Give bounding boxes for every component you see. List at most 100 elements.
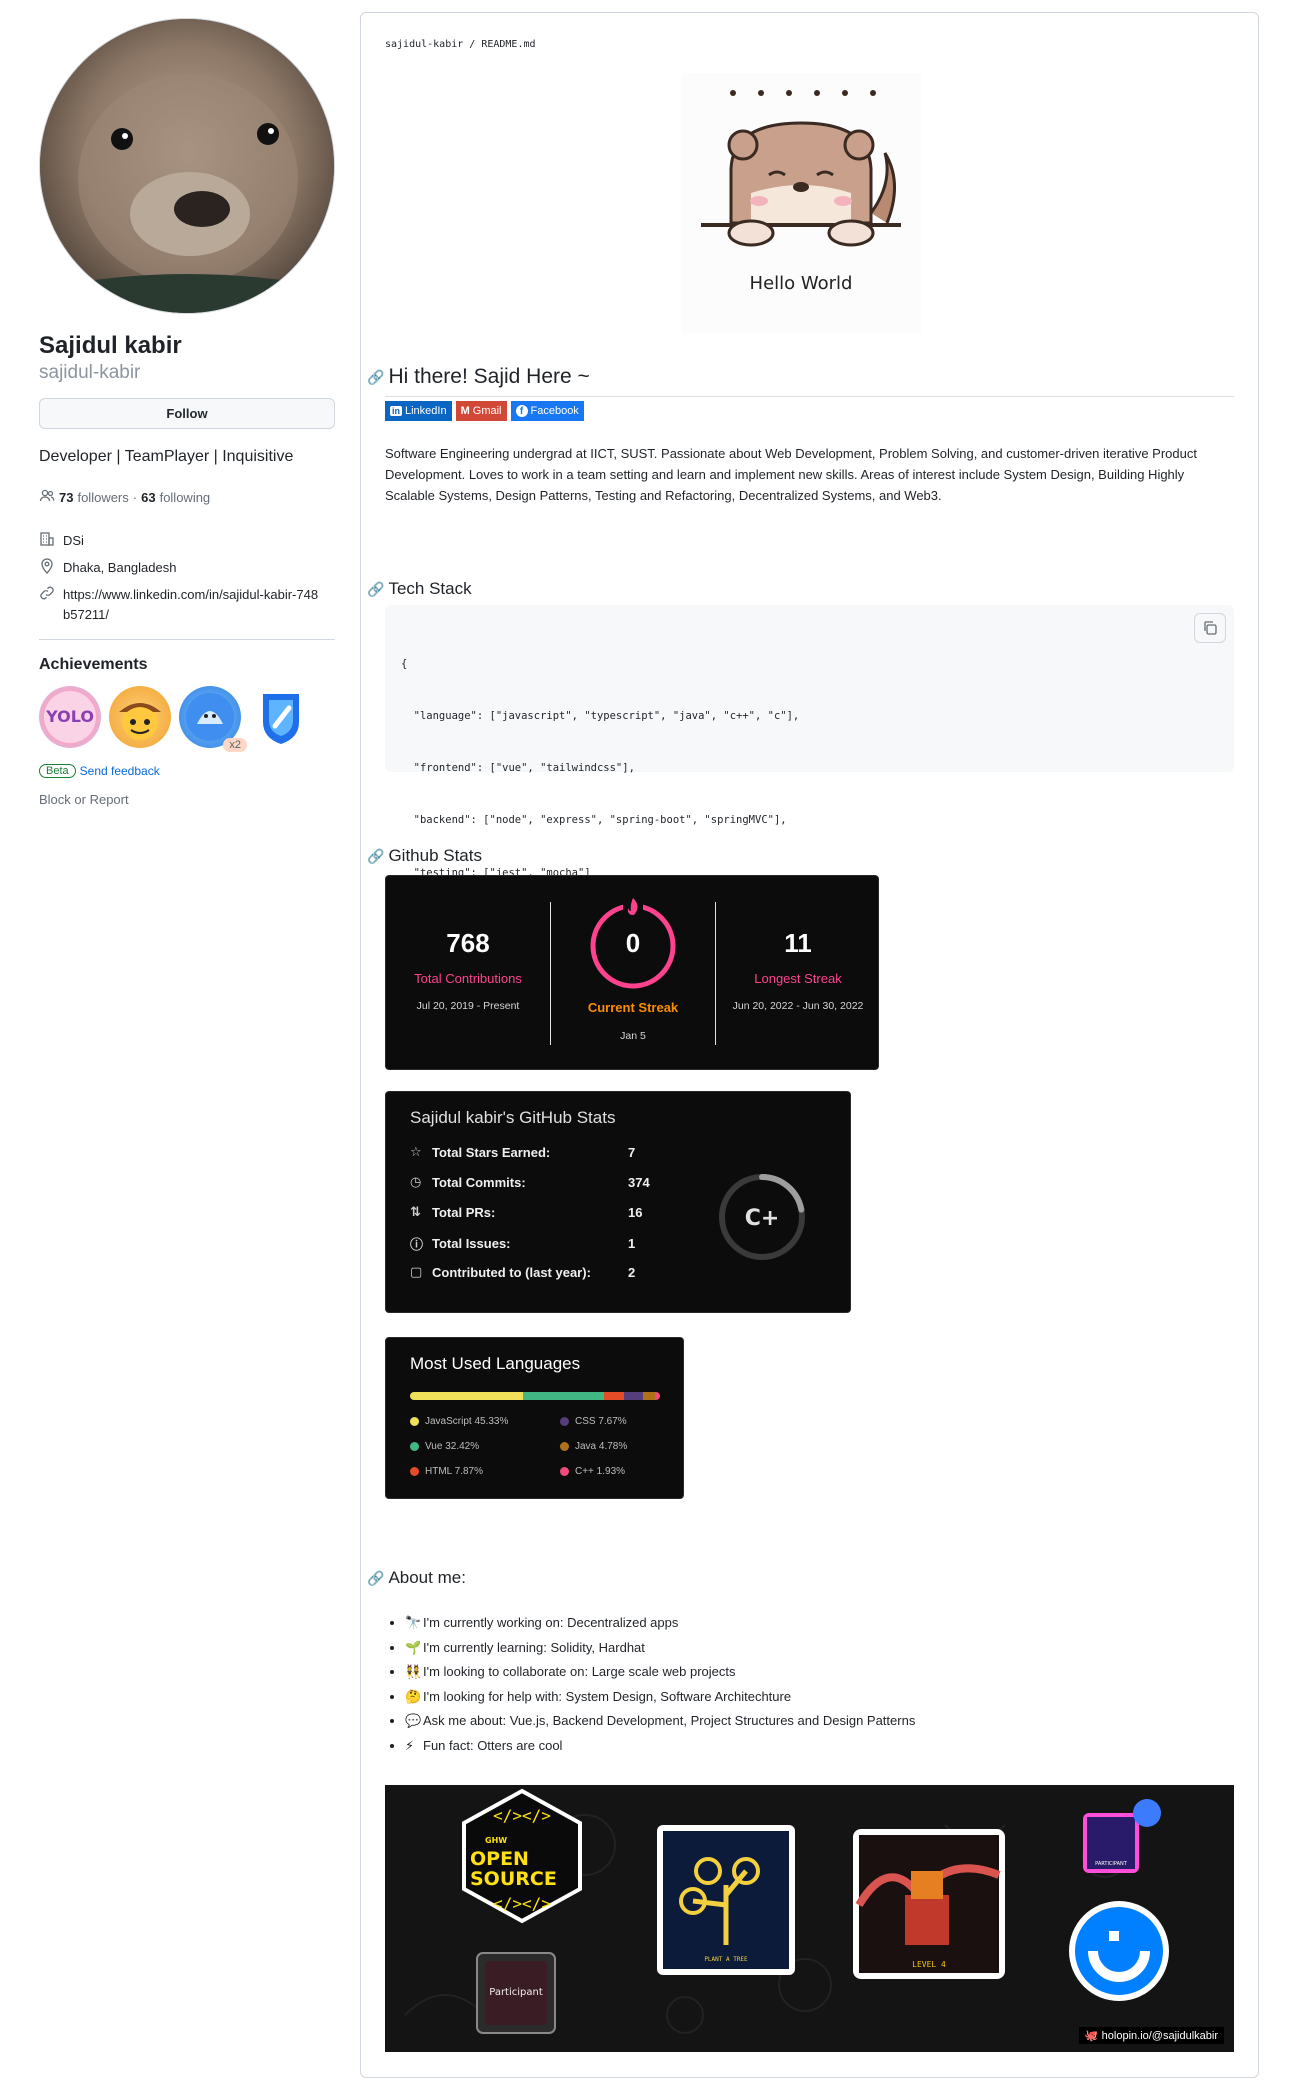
profile-avatar[interactable]	[39, 18, 335, 314]
achievements-title: Achievements	[39, 656, 148, 673]
org-item: DSi	[39, 531, 335, 553]
gmail-icon: M	[460, 405, 470, 417]
language-item: Vue 32.42%	[410, 1441, 479, 1452]
language-item: HTML 7.87%	[410, 1466, 483, 1477]
digitalocean-sticker	[1069, 1901, 1169, 2001]
holopin-stickers: </></> GHW OPEN SOURCE </></> Participan…	[404, 1788, 1169, 2034]
holopin-badge-board[interactable]: </></> GHW OPEN SOURCE </></> Participan…	[385, 1785, 1234, 2052]
about-heading: 🔗 About me:	[367, 1568, 466, 1587]
total-contributions-value: 768	[446, 928, 490, 958]
svg-text:</></>: </></>	[493, 1806, 551, 1825]
followers-count[interactable]: 73	[59, 490, 73, 505]
readme-breadcrumb[interactable]: sajidul-kabir / README.md	[385, 39, 536, 50]
longest-streak-label: Longest Streak	[754, 971, 842, 986]
svg-text:PARTICIPANT: PARTICIPANT	[1095, 1861, 1128, 1867]
copy-button[interactable]	[1194, 613, 1226, 643]
block-report-link[interactable]: Block or Report	[39, 792, 335, 807]
beta-badge: Beta	[39, 764, 76, 778]
stat-row: ▢ Contributed to (last year): 2	[410, 1264, 636, 1280]
svg-text:YOLO: YOLO	[45, 707, 94, 726]
telescope-icon: 🔭	[405, 1615, 422, 1630]
thinking-icon: 🤔	[405, 1688, 422, 1704]
anchor-link-icon[interactable]: 🔗	[367, 1570, 384, 1587]
profile-username: sajidul-kabir	[39, 362, 141, 383]
anchor-link-icon[interactable]: 🔗	[367, 848, 384, 865]
svg-text:SOURCE: SOURCE	[470, 1868, 557, 1890]
followers-label[interactable]: followers	[77, 490, 128, 505]
achievement-badges: YOLO x2	[39, 686, 335, 752]
language-item: CSS 7.67%	[560, 1416, 627, 1427]
website-item[interactable]: https://www.linkedin.com/in/sajidul-kabi…	[39, 585, 335, 625]
anchor-link-icon[interactable]: 🔗	[367, 581, 384, 598]
linkedin-badge[interactable]: in LinkedIn	[385, 401, 452, 421]
link-icon	[39, 585, 55, 625]
language-dot	[410, 1467, 419, 1476]
facebook-badge[interactable]: f Facebook	[510, 401, 584, 421]
website-link[interactable]: https://www.linkedin.com/in/sajidul-kabi…	[63, 585, 323, 625]
stat-row: ☆ Total Stars Earned: 7	[410, 1144, 636, 1160]
plant-a-tree-sticker: PLANT A TREE	[657, 1825, 795, 1975]
stat-row: ⇅ Total PRs: 16	[410, 1204, 643, 1220]
repo-icon: ▢	[410, 1264, 423, 1279]
languages-title: Most Used Languages	[410, 1354, 581, 1373]
tech-stack-heading: 🔗 Tech Stack	[367, 579, 472, 598]
issue-icon: ⓘ	[410, 1237, 424, 1252]
language-item: JavaScript 45.33%	[410, 1416, 508, 1427]
hello-world-otter-gif: Hello World	[681, 73, 921, 333]
language-item: Java 4.78%	[560, 1441, 627, 1452]
profile-details: DSi Dhaka, Bangladesh https://www.linked…	[39, 531, 335, 625]
total-contributions-column: 768 Total Contributions Jul 20, 2019 - P…	[386, 876, 550, 1071]
tech-stack-code-block: { "language": ["javascript", "typescript…	[385, 605, 1234, 1035]
otter-photo	[40, 19, 334, 313]
svg-text:LEVEL 4: LEVEL 4	[912, 1960, 946, 1969]
language-bar-segment	[655, 1392, 660, 1400]
pull-shark-cowboy-badge[interactable]	[109, 686, 171, 748]
about-item: 🤔I'm looking for help with: System Desig…	[405, 1685, 915, 1710]
about-item: 🌱I'm currently learning: Solidity, Hardh…	[405, 1636, 915, 1661]
gmail-badge[interactable]: M Gmail	[455, 401, 507, 421]
language-dot	[560, 1467, 569, 1476]
languages-card[interactable]: Most Used Languages JavaScript 45.33% Vu…	[385, 1337, 684, 1499]
code-line: "language": ["javascript", "typescript",…	[401, 710, 800, 723]
speech-bubble-icon: 💬	[405, 1713, 422, 1728]
anchor-link-icon[interactable]: 🔗	[367, 369, 384, 386]
current-streak-value: 0	[625, 928, 641, 958]
svg-text:GHW: GHW	[485, 1836, 507, 1845]
language-item: C++ 1.93%	[560, 1466, 625, 1477]
total-contributions-range: Jul 20, 2019 - Present	[416, 1000, 520, 1012]
location-icon	[39, 558, 55, 580]
holopin-link[interactable]: 🐙 holopin.io/@sajidulkabir	[1078, 2027, 1224, 2044]
follow-separator: ·	[132, 490, 138, 505]
streak-card[interactable]: 768 Total Contributions Jul 20, 2019 - P…	[385, 875, 879, 1070]
quickdraw-badge[interactable]	[249, 686, 311, 748]
org-text: DSi	[63, 533, 84, 548]
following-count[interactable]: 63	[141, 490, 155, 505]
stat-row: ⓘ Total Issues: 1	[410, 1236, 636, 1252]
pull-shark-badge[interactable]: x2	[179, 686, 247, 752]
linkedin-icon: in	[390, 406, 402, 416]
total-contributions-label: Total Contributions	[414, 971, 522, 986]
language-dot	[410, 1417, 419, 1426]
social-badges: in LinkedIn M Gmail f Facebook	[385, 401, 584, 421]
hacktoberfest-participant-sticker: PARTICIPANT	[1083, 1799, 1161, 1873]
send-feedback-link[interactable]: Send feedback	[80, 764, 160, 778]
svg-text:OPEN: OPEN	[470, 1848, 529, 1870]
star-icon: ☆	[410, 1144, 422, 1159]
language-bar-segment	[624, 1392, 644, 1400]
holopin-icon: 🐙	[1084, 2030, 1102, 2042]
dancers-icon: 👯	[405, 1664, 422, 1679]
rank-grade: C+	[745, 1206, 780, 1231]
yolo-badge[interactable]: YOLO	[39, 686, 101, 748]
current-streak-column: 0 Current Streak Jan 5	[551, 876, 715, 1071]
feedback-row: Beta Send feedback	[39, 764, 335, 778]
longest-streak-value: 11	[784, 928, 812, 958]
follow-button[interactable]: Follow	[39, 398, 335, 429]
seedling-icon: 🌱	[405, 1639, 422, 1655]
language-dot	[560, 1442, 569, 1451]
language-bar-segment	[410, 1392, 524, 1400]
badge-multiplier: x2	[223, 738, 247, 752]
github-stats-card[interactable]: Sajidul kabir's GitHub Stats ☆ Total Star…	[385, 1091, 851, 1313]
following-label[interactable]: following	[160, 490, 211, 505]
language-dot	[560, 1417, 569, 1426]
about-item: 💬Ask me about: Vue.js, Backend Developme…	[405, 1709, 915, 1734]
